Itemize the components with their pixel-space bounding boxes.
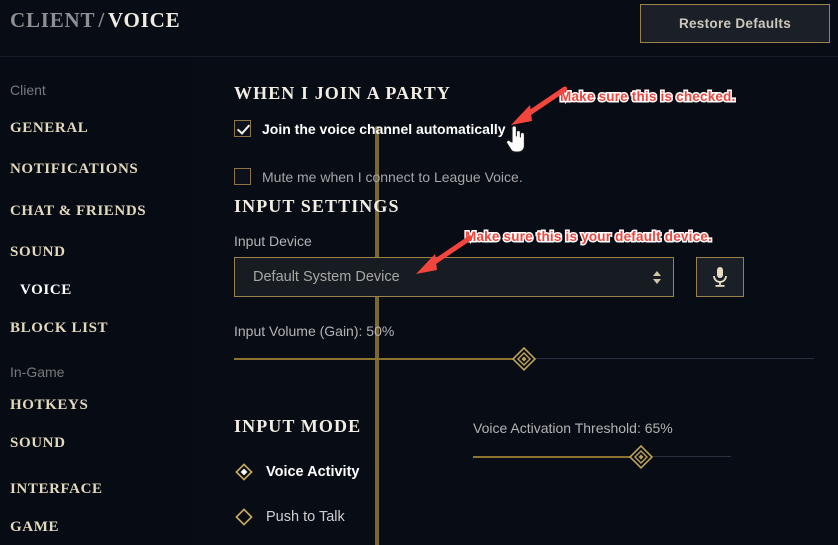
mute-checkbox-label: Mute me when I connect to League Voice. (262, 168, 523, 185)
sidebar-item-hotkeys[interactable]: HOTKEYS (6, 397, 88, 414)
sidebar-item-block-list[interactable]: BLOCK LIST (6, 320, 108, 337)
sidebar-item-game[interactable]: GAME (6, 519, 59, 536)
settings-main-panel: WHEN I JOIN A PARTY Mute me when I conne… (190, 58, 838, 545)
input-volume-track-rest (524, 358, 814, 359)
sidebar-item-voice[interactable]: VOICE (6, 282, 72, 299)
microphone-icon (713, 267, 727, 287)
sidebar-item-notifications[interactable]: NOTIFICATIONS (6, 161, 138, 178)
threshold-track-fill (473, 456, 641, 458)
checkbox-row-mute[interactable]: Mute me when I connect to League Voice. (234, 168, 523, 185)
input-device-label: Input Device (234, 233, 312, 249)
breadcrumb-parent[interactable]: CLIENT (10, 8, 95, 32)
radio-row-push-to-talk[interactable]: Push to Talk (234, 507, 345, 527)
input-device-select[interactable]: Default System Device (234, 257, 674, 297)
sidebar-item-sound[interactable]: SOUND (6, 244, 66, 261)
voice-activation-threshold-slider[interactable] (473, 443, 828, 471)
input-volume-track-fill (234, 358, 524, 360)
section-title-input-mode: INPUT MODE (234, 416, 362, 436)
sidebar-item-interface[interactable]: INTERFACE (6, 481, 103, 498)
microphone-test-button[interactable] (696, 257, 744, 297)
settings-window: CLIENT / VOICE Restore Defaults Client GENE… (0, 0, 838, 545)
input-volume-label: Input Volume (Gain): 50% (234, 323, 395, 339)
checkbox-row-autojoin[interactable]: Join the voice channel automatically (234, 120, 506, 137)
breadcrumb: CLIENT / VOICE (10, 8, 180, 33)
annotation-default-device-text: Make sure this is your default device. (464, 228, 714, 246)
sidebar-group-label-client: Client (10, 82, 46, 98)
push-to-talk-label: Push to Talk (266, 509, 345, 525)
push-to-talk-radio[interactable] (234, 507, 254, 527)
breadcrumb-current: VOICE (107, 8, 181, 32)
mute-checkbox[interactable] (234, 168, 251, 185)
autojoin-checkbox[interactable] (234, 120, 251, 137)
section-title-party: WHEN I JOIN A PARTY (234, 83, 451, 103)
restore-defaults-button[interactable]: Restore Defaults (640, 4, 830, 43)
annotation-checked-text: Make sure this is checked. (559, 88, 737, 106)
voice-activation-threshold-label: Voice Activation Threshold: 65% (473, 420, 673, 436)
sidebar-item-general[interactable]: GENERAL (6, 120, 88, 137)
section-title-input-settings: INPUT SETTINGS (234, 196, 400, 216)
voice-activity-radio[interactable] (234, 462, 254, 482)
voice-activity-label: Voice Activity (266, 464, 360, 480)
sidebar-group-label-in-game: In-Game (10, 364, 65, 380)
settings-sidebar: Client GENERAL NOTIFICATIONS CHAT & FRIENDS… (0, 58, 190, 545)
radio-row-voice-activity[interactable]: Voice Activity (234, 462, 359, 482)
threshold-handle[interactable] (627, 443, 655, 471)
input-device-value: Default System Device (253, 269, 400, 285)
breadcrumb-separator: / (98, 8, 105, 32)
window-header: CLIENT / VOICE Restore Defaults (0, 0, 838, 57)
input-volume-handle[interactable] (510, 345, 538, 373)
sidebar-item-sound[interactable]: SOUND (6, 435, 66, 452)
chevron-updown-icon[interactable] (651, 270, 663, 284)
input-volume-slider[interactable] (234, 345, 814, 373)
autojoin-checkbox-label: Join the voice channel automatically (262, 120, 506, 137)
sidebar-item-chat-friends[interactable]: CHAT & FRIENDS (6, 203, 146, 220)
